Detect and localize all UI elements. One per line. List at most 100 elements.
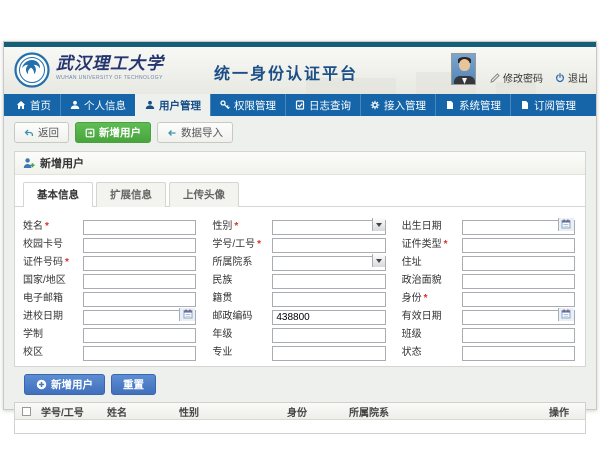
text-input[interactable] bbox=[83, 292, 196, 307]
calendar-icon[interactable] bbox=[179, 308, 195, 321]
field-label: 电子邮箱 bbox=[23, 289, 83, 304]
field-control bbox=[272, 217, 385, 232]
field-control bbox=[462, 343, 575, 358]
field-control bbox=[462, 289, 575, 304]
text-input[interactable] bbox=[272, 274, 385, 289]
text-input[interactable] bbox=[272, 292, 385, 307]
field-label: 国家/地区 bbox=[23, 271, 83, 286]
field-control bbox=[272, 253, 385, 268]
nav-item[interactable]: 系统管理 bbox=[435, 94, 510, 116]
avatar-face bbox=[459, 59, 470, 71]
text-input[interactable] bbox=[462, 346, 575, 361]
chevron-down-icon[interactable] bbox=[372, 218, 385, 231]
text-input[interactable] bbox=[83, 346, 196, 361]
form-field: 状态 bbox=[402, 342, 575, 359]
user-avatar bbox=[451, 53, 476, 85]
field-label: 证件号码* bbox=[23, 253, 83, 268]
field-label: 邮政编码 bbox=[212, 307, 272, 322]
nav-item[interactable]: 订阅管理 bbox=[510, 94, 585, 116]
form-field: 所属院系 bbox=[212, 252, 385, 269]
field-control bbox=[83, 253, 196, 268]
reset-button[interactable]: 重置 bbox=[111, 374, 156, 395]
users-table: 学号/工号姓名性别身份所属院系操作 bbox=[14, 402, 586, 434]
form-column: 姓名*校园卡号证件号码*国家/地区电子邮箱进校日期学制校区 bbox=[23, 216, 212, 360]
doc-icon bbox=[445, 100, 455, 110]
change-password-label: 修改密码 bbox=[503, 70, 543, 85]
field-label: 出生日期 bbox=[402, 217, 462, 232]
form-field: 校区 bbox=[23, 342, 196, 359]
text-input[interactable] bbox=[83, 328, 196, 343]
panel-header: 新增用户 bbox=[15, 152, 585, 175]
calendar-icon[interactable] bbox=[558, 218, 574, 231]
form-field: 政治面貌 bbox=[402, 270, 575, 287]
chevron-down-icon[interactable] bbox=[372, 254, 385, 267]
university-logo-icon bbox=[14, 52, 50, 88]
select-all-cell bbox=[15, 407, 37, 416]
tab-basic-info[interactable]: 基本信息 bbox=[23, 182, 93, 207]
text-input[interactable] bbox=[272, 346, 385, 361]
field-label: 班级 bbox=[402, 325, 462, 340]
nav-item[interactable]: 用户管理 bbox=[135, 94, 210, 116]
power-icon bbox=[555, 73, 565, 83]
text-input[interactable] bbox=[272, 328, 385, 343]
nav-item[interactable]: 接入管理 bbox=[360, 94, 435, 116]
table-column-header: 身份 bbox=[283, 404, 345, 419]
field-control bbox=[462, 253, 575, 268]
form-column: 性别*学号/工号*所属院系民族籍贯邮政编码年级专业 bbox=[212, 216, 401, 360]
nav-item[interactable]: 首页 bbox=[4, 94, 60, 116]
text-input[interactable] bbox=[83, 274, 196, 289]
tab-extended-info[interactable]: 扩展信息 bbox=[96, 182, 166, 207]
text-input[interactable] bbox=[83, 220, 196, 235]
required-marker: * bbox=[444, 239, 448, 250]
data-import-button[interactable]: 数据导入 bbox=[157, 122, 233, 143]
field-control bbox=[83, 217, 196, 232]
nav-item[interactable]: 日志查询 bbox=[285, 94, 360, 116]
calendar-icon[interactable] bbox=[558, 308, 574, 321]
form-field: 邮政编码 bbox=[212, 306, 385, 323]
add-user-toolbar-button[interactable]: 新增用户 bbox=[75, 122, 151, 143]
text-input[interactable] bbox=[83, 238, 196, 253]
nav-item-label: 订阅管理 bbox=[534, 98, 576, 113]
field-control bbox=[83, 235, 196, 250]
add-user-icon bbox=[23, 157, 35, 169]
form-field: 住址 bbox=[402, 252, 575, 269]
logout-link[interactable]: 退出 bbox=[555, 70, 588, 85]
field-label: 所属院系 bbox=[212, 253, 272, 268]
panel-title: 新增用户 bbox=[40, 155, 84, 171]
nav-item[interactable]: 个人信息 bbox=[60, 94, 135, 116]
home-icon bbox=[16, 100, 26, 110]
text-input[interactable] bbox=[462, 292, 575, 307]
field-label: 校园卡号 bbox=[23, 235, 83, 250]
field-control bbox=[272, 235, 385, 250]
select-all-checkbox[interactable] bbox=[22, 407, 31, 416]
text-input[interactable] bbox=[462, 238, 575, 253]
form-field: 有效日期 bbox=[402, 306, 575, 323]
nav-item[interactable]: 权限管理 bbox=[210, 94, 285, 116]
required-marker: * bbox=[234, 221, 238, 232]
text-input[interactable] bbox=[462, 274, 575, 289]
data-import-label: 数据导入 bbox=[181, 125, 223, 140]
pencil-icon bbox=[490, 73, 500, 83]
required-marker: * bbox=[45, 221, 49, 232]
text-input[interactable] bbox=[272, 238, 385, 253]
select-input[interactable] bbox=[272, 220, 385, 235]
field-label: 状态 bbox=[402, 343, 462, 358]
change-password-link[interactable]: 修改密码 bbox=[490, 70, 543, 85]
field-label: 年级 bbox=[212, 325, 272, 340]
back-button-label: 返回 bbox=[38, 125, 59, 140]
text-input[interactable] bbox=[462, 328, 575, 343]
back-button[interactable]: 返回 bbox=[14, 122, 69, 143]
tab-upload-avatar[interactable]: 上传头像 bbox=[169, 182, 239, 207]
table-column-header: 学号/工号 bbox=[37, 404, 103, 419]
text-input[interactable] bbox=[272, 310, 385, 325]
university-name-block: 武汉理工大学 WUHAN UNIVERSITY OF TECHNOLOGY bbox=[56, 55, 164, 81]
submit-add-user-button[interactable]: 新增用户 bbox=[24, 374, 105, 395]
text-input[interactable] bbox=[462, 256, 575, 271]
form-field: 年级 bbox=[212, 324, 385, 341]
import-arrow-icon bbox=[167, 128, 177, 138]
toolbar: 返回 新增用户 数据导入 bbox=[14, 122, 586, 143]
form-field: 国家/地区 bbox=[23, 270, 196, 287]
field-control bbox=[83, 307, 196, 322]
text-input[interactable] bbox=[83, 256, 196, 271]
select-input[interactable] bbox=[272, 256, 385, 271]
